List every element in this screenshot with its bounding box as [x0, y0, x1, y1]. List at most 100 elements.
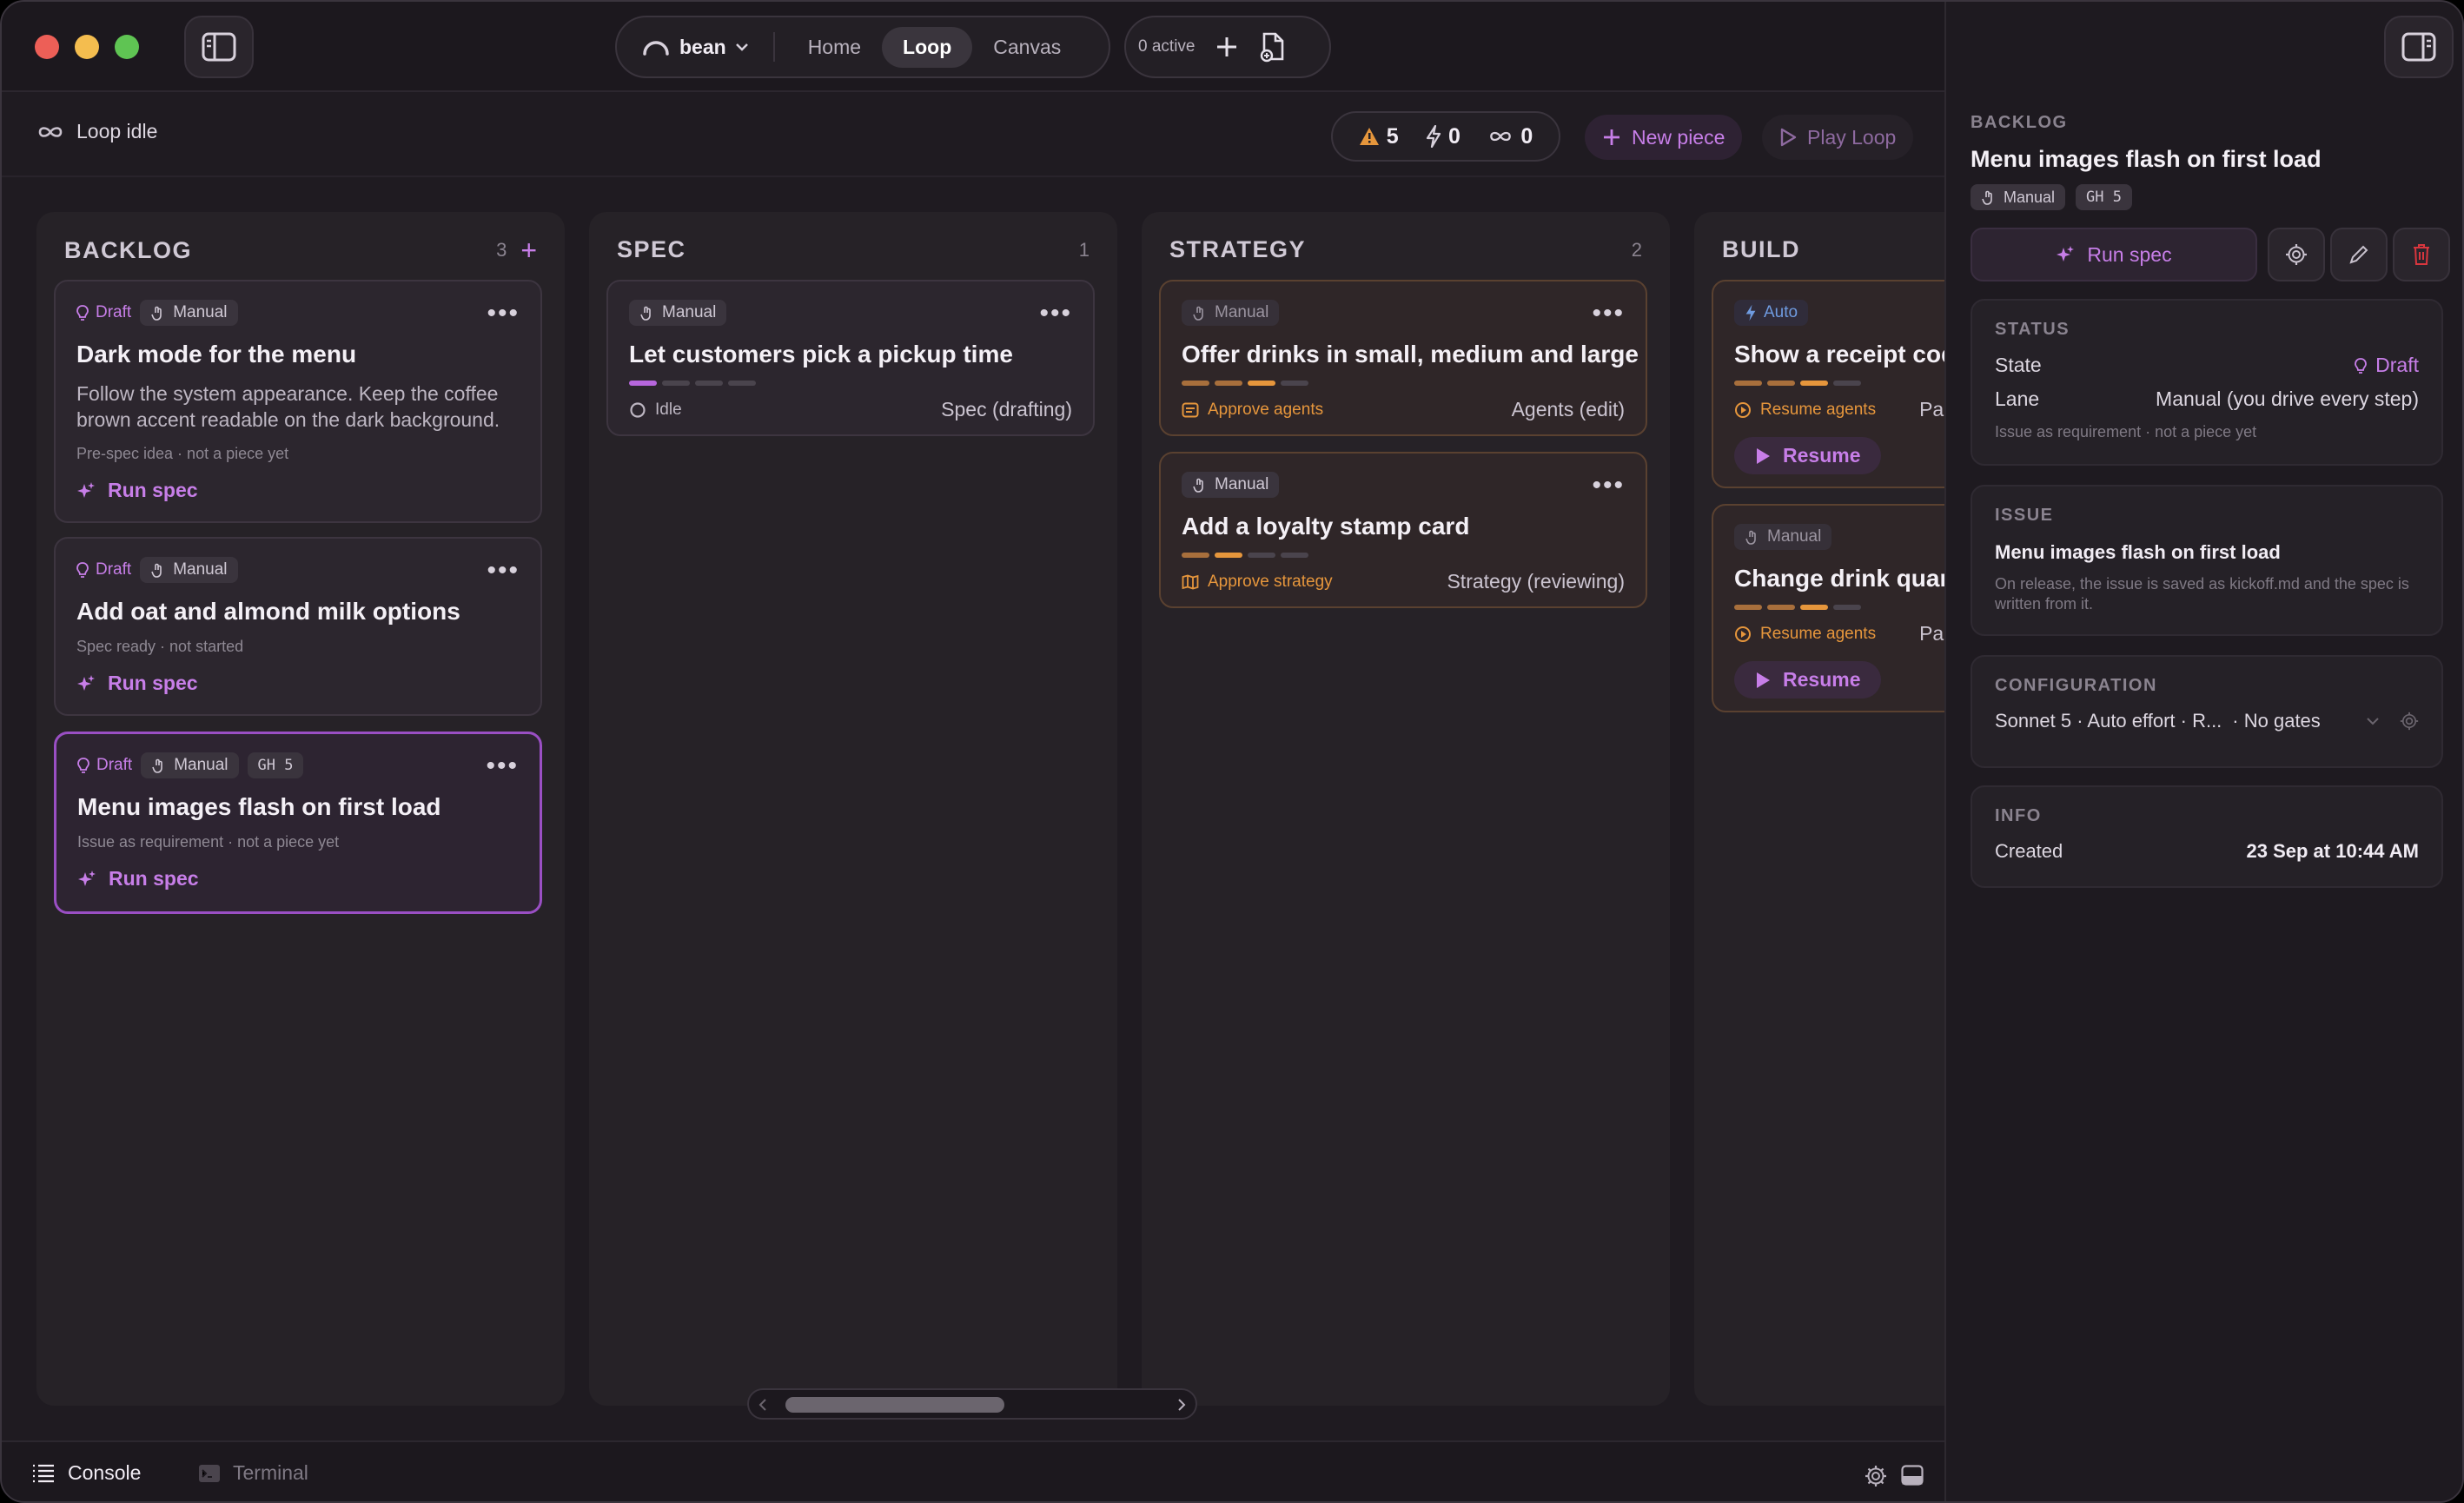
gear-icon[interactable]	[1865, 1465, 1887, 1487]
new-file-icon[interactable]	[1259, 31, 1287, 63]
card-pickup-time[interactable]: Manual ••• Let customers pick a pickup t…	[606, 280, 1095, 436]
run-spec-button[interactable]: Run spec	[1971, 228, 2257, 281]
progress-segment	[728, 381, 756, 386]
loop-counters[interactable]: 5 0 0	[1331, 111, 1560, 162]
terminal-icon	[199, 1464, 220, 1482]
state-value[interactable]: Draft	[2355, 354, 2419, 377]
chevron-left-icon[interactable]	[758, 1399, 768, 1411]
progress-segment	[1734, 381, 1762, 386]
draft-label: Draft	[96, 756, 133, 774]
status-text[interactable]: Resume agents	[1760, 625, 1876, 644]
console-tab[interactable]: Console	[31, 1461, 141, 1485]
issue-section: ISSUE Menu images flash on first load On…	[1971, 485, 2443, 636]
tab-canvas[interactable]: Canvas	[972, 27, 1082, 68]
card-status: Approve agents Agents (edit)	[1182, 398, 1625, 421]
edit-button[interactable]	[2330, 228, 2388, 281]
nav-divider	[772, 32, 775, 62]
github-issue-tag[interactable]: GH 5	[247, 752, 304, 778]
progress-segment	[1281, 553, 1308, 558]
delete-button[interactable]	[2393, 228, 2450, 281]
draft-label: Draft	[96, 560, 132, 579]
card-drink-quantity[interactable]: Manual Change drink quantity Resume agen…	[1712, 504, 1944, 712]
more-options-icon[interactable]: •••	[486, 752, 519, 778]
close-window-button[interactable]	[35, 35, 59, 59]
new-piece-button[interactable]: New piece	[1585, 115, 1743, 160]
progress-segment	[1182, 553, 1209, 558]
state-label: Draft	[2375, 354, 2419, 376]
issue-title[interactable]: Menu images flash on first load	[1995, 541, 2419, 564]
manual-tag: Manual	[140, 300, 238, 326]
add-card-icon[interactable]: +	[520, 236, 537, 264]
chevron-down-icon[interactable]	[2365, 716, 2381, 726]
horizontal-scrollbar[interactable]	[747, 1388, 1197, 1420]
loop-counter: 0	[1487, 124, 1533, 149]
more-options-icon[interactable]: •••	[487, 557, 520, 583]
status-text[interactable]: Resume agents	[1760, 401, 1876, 420]
more-options-icon[interactable]: •••	[487, 300, 520, 326]
workspace-selector[interactable]: bean	[629, 36, 761, 59]
plus-icon[interactable]	[1215, 36, 1238, 58]
gear-icon	[2286, 244, 2307, 265]
column-backlog: BACKLOG 3 + Draft Manual ••• Dark mode f…	[36, 212, 565, 1406]
play-icon	[1780, 128, 1797, 147]
hand-icon	[1745, 530, 1756, 545]
section-label: ISSUE	[1995, 506, 2054, 525]
run-spec-button[interactable]: Run spec	[77, 867, 519, 891]
warning-icon	[1359, 128, 1379, 145]
chevron-down-icon	[735, 43, 748, 51]
configuration-row[interactable]: Sonnet 5 · Auto effort · R... · No gates	[1995, 710, 2419, 732]
section-label: STATUS	[1995, 320, 2070, 339]
phase-text: Strategy (reviewing)	[1447, 570, 1625, 593]
column-header: SPEC 1	[617, 236, 1090, 263]
more-options-icon[interactable]: •••	[1592, 300, 1625, 326]
card-tags: Auto	[1734, 299, 1944, 327]
manual-label: Manual	[1767, 527, 1822, 546]
more-options-icon[interactable]: •••	[1592, 472, 1625, 498]
map-icon	[1182, 574, 1199, 589]
lane-value[interactable]: Manual (you drive every step)	[2156, 387, 2419, 411]
scrollbar-thumb[interactable]	[785, 1397, 1004, 1413]
trash-icon	[2414, 244, 2429, 265]
sparkle-icon	[2057, 246, 2075, 262]
settings-button[interactable]	[2268, 228, 2325, 281]
maximize-window-button[interactable]	[115, 35, 139, 59]
progress-segment	[1215, 381, 1242, 386]
card-loyalty-card[interactable]: Manual ••• Add a loyalty stamp card Appr…	[1159, 452, 1647, 608]
chevron-right-icon[interactable]	[1176, 1399, 1187, 1411]
bottom-panel-icon[interactable]	[1901, 1465, 1924, 1486]
card-dark-mode[interactable]: Draft Manual ••• Dark mode for the menu …	[54, 280, 542, 523]
status-text[interactable]: Approve agents	[1208, 401, 1323, 420]
progress-segment	[1734, 605, 1762, 610]
minimize-window-button[interactable]	[75, 35, 99, 59]
more-options-icon[interactable]: •••	[1039, 300, 1072, 326]
run-spec-button[interactable]: Run spec	[76, 672, 520, 695]
tab-loop[interactable]: Loop	[882, 26, 973, 68]
draft-label: Draft	[96, 303, 132, 321]
created-row: Created 23 Sep at 10:44 AM	[1995, 840, 2419, 863]
resume-button[interactable]: Resume	[1734, 661, 1882, 699]
list-icon	[33, 1464, 54, 1482]
resume-label: Resume	[1783, 668, 1861, 691]
card-drink-sizes[interactable]: Manual ••• Offer drinks in small, medium…	[1159, 280, 1647, 436]
terminal-tab[interactable]: Terminal	[198, 1461, 308, 1485]
run-spec-button[interactable]: Run spec	[76, 479, 520, 502]
resume-button[interactable]: Resume	[1734, 437, 1882, 474]
tab-home[interactable]: Home	[787, 27, 882, 68]
card-receipt-code[interactable]: Auto Show a receipt code Resume agents P…	[1712, 280, 1944, 488]
workspace-name: bean	[679, 35, 726, 58]
card-title: Add oat and almond milk options	[76, 598, 460, 625]
panel-toggle-button[interactable]	[2384, 16, 2454, 78]
sidebar-right-icon	[2401, 32, 2436, 62]
play-loop-label: Play Loop	[1807, 125, 1897, 149]
card-menu-images[interactable]: Draft Manual GH 5 ••• Menu images flash …	[54, 732, 542, 914]
card-status: Idle Spec (drafting)	[629, 398, 1072, 421]
card-oat-milk[interactable]: Draft Manual ••• Add oat and almond milk…	[54, 537, 542, 716]
play-loop-button[interactable]: Play Loop	[1762, 115, 1914, 160]
github-issue-tag[interactable]: GH 5	[2076, 184, 2132, 210]
kanban-board: BACKLOG 3 + Draft Manual ••• Dark mode f…	[2, 179, 1944, 1440]
sidebar-toggle-button[interactable]	[184, 16, 254, 78]
status-text[interactable]: Approve strategy	[1208, 573, 1333, 592]
info-section: INFO Created 23 Sep at 10:44 AM	[1971, 785, 2443, 888]
bottom-bar: Console Terminal	[2, 1440, 1944, 1501]
gear-icon[interactable]	[2400, 712, 2419, 731]
